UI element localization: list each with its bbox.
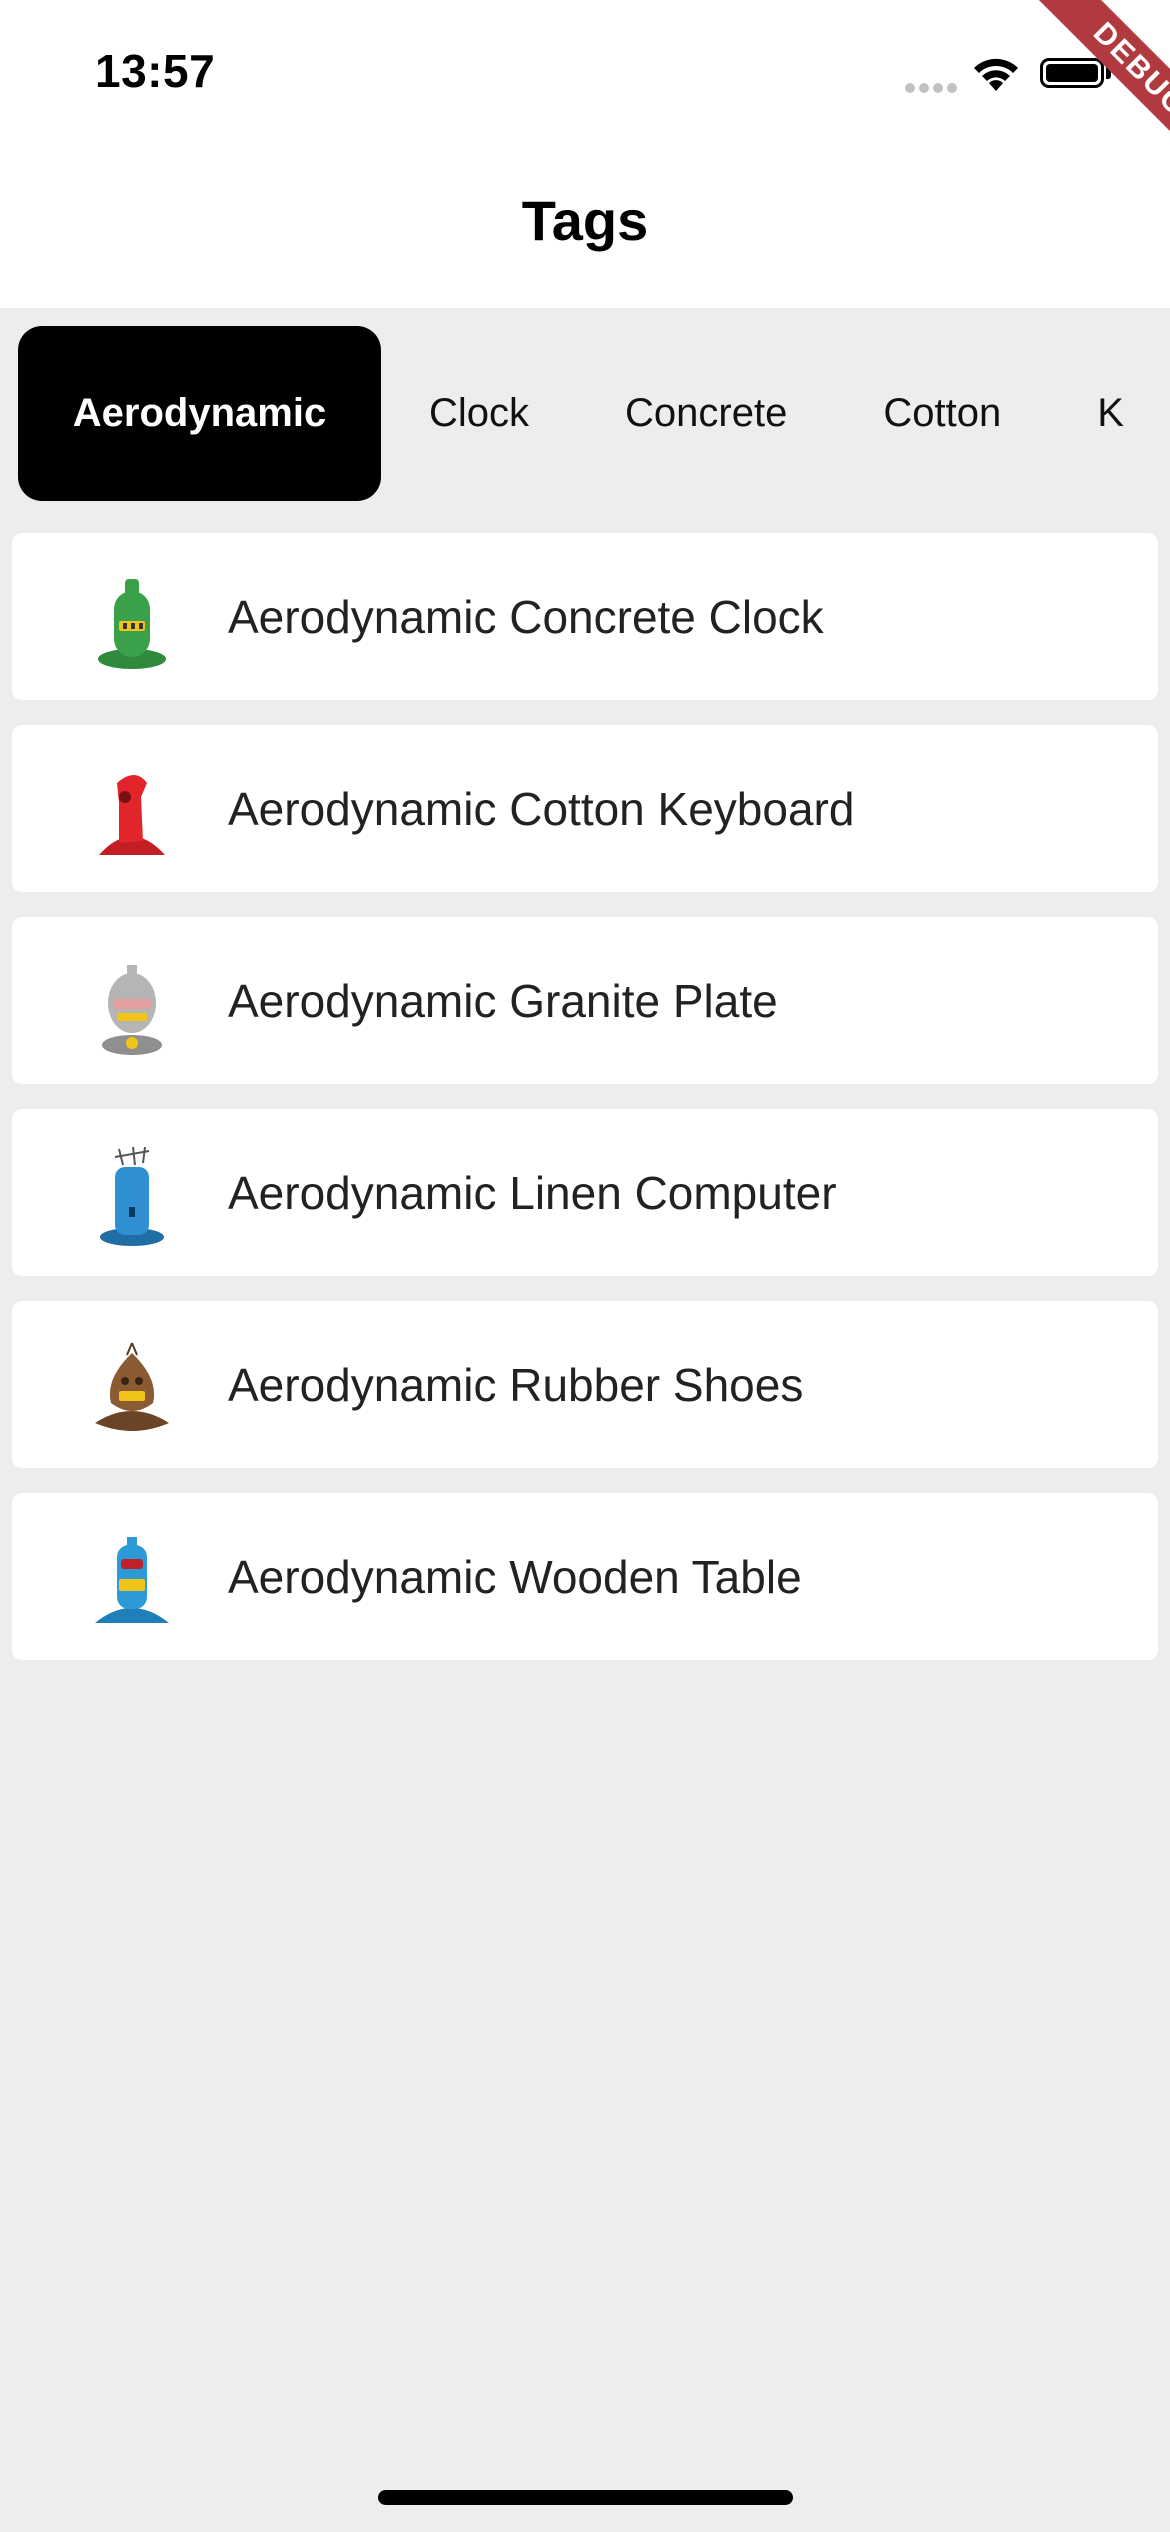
brown-robot-icon bbox=[67, 1339, 197, 1439]
list-item-label: Aerodynamic Wooden Table bbox=[228, 1550, 802, 1603]
list-item[interactable]: Aerodynamic Rubber Shoes bbox=[12, 1301, 1158, 1468]
list-item-label: Aerodynamic Granite Plate bbox=[228, 974, 778, 1027]
list-item[interactable]: Aerodynamic Linen Computer bbox=[12, 1109, 1158, 1276]
red-robot-icon bbox=[67, 763, 197, 863]
tag-strip[interactable]: Aerodynamic Clock Concrete Cotton K bbox=[0, 308, 1170, 518]
gray-robot-icon bbox=[67, 955, 197, 1055]
list-item[interactable]: Aerodynamic Concrete Clock bbox=[12, 533, 1158, 700]
list-item-label: Aerodynamic Rubber Shoes bbox=[228, 1358, 804, 1411]
list-item-label: Aerodynamic Cotton Keyboard bbox=[228, 782, 855, 835]
blue-antenna-robot-icon bbox=[67, 1146, 197, 1247]
list-item[interactable]: Aerodynamic Granite Plate bbox=[12, 917, 1158, 1084]
status-time: 13:57 bbox=[95, 45, 216, 97]
list-item[interactable]: Aerodynamic Wooden Table bbox=[12, 1493, 1158, 1660]
tag-chip-aerodynamic[interactable]: Aerodynamic bbox=[18, 326, 381, 501]
tag-chip-concrete[interactable]: Concrete bbox=[577, 326, 835, 501]
debug-banner-label: DEBUG bbox=[1018, 0, 1170, 192]
tag-chip-k[interactable]: K bbox=[1049, 326, 1170, 501]
product-list: Aerodynamic Concrete Clock Aerodynamic C… bbox=[12, 533, 1158, 1685]
home-indicator[interactable] bbox=[378, 2490, 793, 2505]
list-item[interactable]: Aerodynamic Cotton Keyboard bbox=[12, 725, 1158, 892]
signal-dots-icon bbox=[905, 83, 957, 93]
blue-robot-icon bbox=[67, 1531, 197, 1631]
list-item-label: Aerodynamic Concrete Clock bbox=[228, 590, 824, 643]
tag-row: Aerodynamic Clock Concrete Cotton K bbox=[18, 326, 1170, 501]
green-robot-icon bbox=[67, 571, 197, 671]
debug-banner: DEBUG bbox=[970, 0, 1170, 200]
tag-chip-cotton[interactable]: Cotton bbox=[835, 326, 1049, 501]
tag-chip-clock[interactable]: Clock bbox=[381, 326, 577, 501]
list-item-label: Aerodynamic Linen Computer bbox=[228, 1166, 837, 1219]
